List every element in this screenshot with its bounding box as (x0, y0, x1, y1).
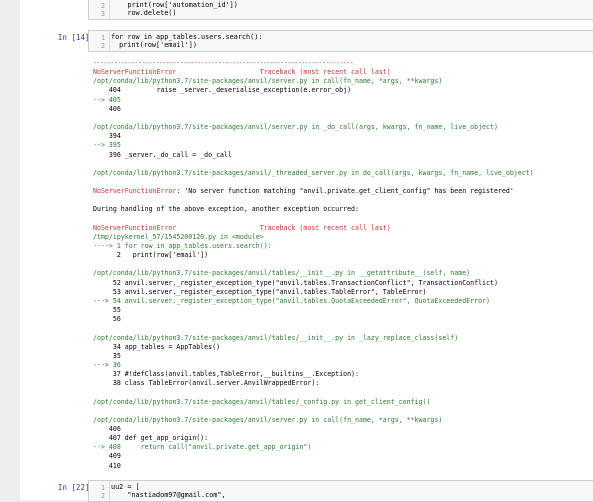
traceback-line: ---> 36 (93, 360, 121, 369)
traceback-line: 53 anvil.server._register_exception_type… (93, 287, 427, 296)
code-cell-previous[interactable]: 2 3 print(row['automation_id']) row.dele… (88, 0, 593, 20)
traceback-line: 394 (93, 132, 121, 141)
traceback-line: --> 395 (93, 141, 121, 150)
traceback-line: 37 #!defClass(anvil.tables,TableError,__… (93, 370, 359, 379)
code-cell-22[interactable]: 1 2 uu2 = [ "nastiadom97@gmail.com", (88, 480, 593, 502)
traceback-line: /opt/conda/lib/python3.7/site-packages/a… (93, 77, 443, 86)
notebook: 2 3 print(row['automation_id']) row.dele… (0, 0, 593, 502)
traceback-line: 404 raise _server._deserialise_exception… (93, 86, 352, 95)
line-number: 2 (101, 2, 105, 10)
traceback-line: 406 (93, 425, 121, 433)
traceback-line: /opt/conda/lib/python3.7/site-packages/a… (93, 168, 534, 177)
traceback-line: NoServerFunctionError Traceback (most re… (93, 223, 391, 232)
traceback-line: ----> 1 for row in app_tables.users.sear… (93, 242, 272, 250)
traceback-line: 56 (93, 315, 121, 324)
traceback-line: ----------------------------------------… (93, 59, 354, 67)
code-line: print(row['automation_id']) (111, 1, 238, 9)
traceback-line: 52 anvil.server._register_exception_type… (93, 278, 498, 287)
code-line: uu2 = [ (111, 483, 140, 491)
traceback-line: 34 app_tables = AppTables() (93, 342, 221, 351)
code-text: for row in app_tables.users.search(): (111, 33, 263, 41)
traceback-line: 409 (93, 452, 121, 461)
code-line: "nastiadom97@gmail.com", (111, 491, 226, 499)
traceback-line: 38 class TableError(anvil.server.AnvilWr… (93, 379, 320, 388)
traceback-line: 2 print(row['email']) (93, 251, 209, 260)
cell-prompt: In [22]: (57, 483, 94, 492)
line-number: 2 (101, 492, 105, 500)
traceback-line: /opt/conda/lib/python3.7/site-packages/a… (93, 397, 431, 406)
code-line: for row in app_tables.users.search(): (111, 33, 262, 41)
traceback-line: /opt/conda/lib/python3.7/site-packages/a… (93, 123, 498, 132)
traceback-line: NoServerFunctionError: 'No server functi… (93, 187, 514, 195)
traceback-line: 396 _server._do_call = _do_call (93, 150, 232, 159)
cell-prompt: In [14]: (57, 33, 94, 42)
traceback-line: /tmp/ipykernel_57/1545200120.py in <modu… (93, 232, 264, 241)
traceback-line: --> 408 return call("anvil.private.get_a… (93, 443, 312, 452)
traceback-line: 406 (93, 104, 121, 113)
traceback-line: /opt/conda/lib/python3.7/site-packages/a… (93, 269, 471, 278)
traceback-line: 410 (93, 461, 121, 470)
code-text: print(row['email']) (111, 41, 197, 49)
error-name: NoServerFunctionError (93, 187, 177, 196)
traceback-line: --> 405 (93, 95, 121, 104)
traceback-line: ---> 54 anvil.server._register_exception… (93, 296, 490, 305)
line-number: 3 (101, 10, 105, 18)
code-line: row.delete() (111, 9, 177, 17)
traceback-line: /opt/conda/lib/python3.7/site-packages/a… (93, 333, 459, 342)
error-message: : 'No server function matching "anvil.pr… (176, 187, 514, 196)
traceback-line: /opt/conda/lib/python3.7/site-packages/a… (93, 415, 443, 424)
code-line: print(row['email']) (111, 41, 197, 49)
traceback-line: 407 def get_app_origin(): (93, 434, 209, 443)
traceback-line: 55 (93, 306, 121, 315)
line-number: 2 (101, 42, 105, 50)
line-number: 1 (101, 34, 105, 42)
line-number: 1 (101, 484, 105, 492)
code-cell-14[interactable]: 1 2 for row in app_tables.users.search()… (88, 30, 593, 52)
traceback-line: 35 (93, 351, 121, 360)
traceback-line: NoServerFunctionError Traceback (most re… (93, 68, 391, 77)
traceback-line: During handling of the above exception, … (93, 205, 359, 214)
